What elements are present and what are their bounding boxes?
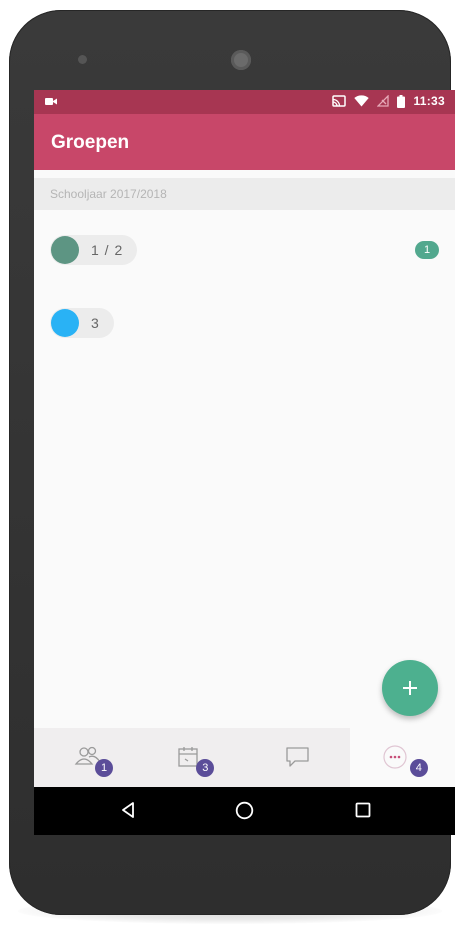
more-icon bbox=[383, 745, 407, 769]
count-badge: 1 bbox=[415, 241, 439, 259]
nav-badge: 4 bbox=[409, 759, 428, 777]
home-icon[interactable] bbox=[235, 801, 254, 820]
chat-icon bbox=[285, 747, 309, 767]
nav-badge: 1 bbox=[95, 759, 113, 777]
section-header: Schooljaar 2017/2018 bbox=[34, 178, 455, 210]
status-bar: 11:33 bbox=[34, 90, 455, 114]
recents-icon[interactable] bbox=[355, 802, 371, 818]
video-camera-icon bbox=[45, 98, 57, 105]
status-time: 11:33 bbox=[413, 94, 445, 108]
screen: 11:33 Groepen Schooljaar 2017/2018 1 / 2… bbox=[34, 90, 455, 835]
group-chip[interactable]: 1 / 2 bbox=[50, 235, 138, 265]
page-title: Groepen bbox=[51, 132, 130, 153]
app-bar: Groepen bbox=[34, 114, 455, 170]
system-nav-bar bbox=[34, 787, 455, 835]
add-group-button[interactable] bbox=[382, 660, 438, 716]
battery-icon bbox=[397, 94, 406, 108]
section-label: Schooljaar 2017/2018 bbox=[50, 187, 167, 201]
nav-item-groups[interactable]: 1 bbox=[34, 728, 139, 787]
group-color-dot bbox=[51, 309, 79, 337]
nav-badge: 3 bbox=[196, 759, 215, 777]
phone-frame: 11:33 Groepen Schooljaar 2017/2018 1 / 2… bbox=[9, 10, 455, 915]
nav-item-calendar[interactable]: 3 bbox=[139, 728, 244, 787]
wifi-icon bbox=[354, 95, 370, 107]
group-color-dot bbox=[51, 236, 79, 264]
back-icon[interactable] bbox=[120, 801, 136, 819]
group-item-3[interactable]: 3 bbox=[50, 308, 114, 338]
group-label: 3 bbox=[91, 315, 100, 331]
cast-icon bbox=[332, 95, 347, 107]
nav-item-chat[interactable] bbox=[245, 728, 350, 787]
bottom-nav: 1 3 4 bbox=[34, 728, 455, 787]
speaker-dot bbox=[78, 55, 87, 64]
signal-off-icon bbox=[377, 95, 390, 107]
group-item-1-2[interactable]: 1 / 2 bbox=[50, 235, 138, 265]
plus-icon bbox=[403, 681, 417, 695]
group-label: 1 / 2 bbox=[91, 242, 124, 258]
group-chip[interactable]: 3 bbox=[50, 308, 114, 338]
front-camera bbox=[231, 50, 251, 70]
nav-item-more[interactable]: 4 bbox=[349, 728, 455, 787]
